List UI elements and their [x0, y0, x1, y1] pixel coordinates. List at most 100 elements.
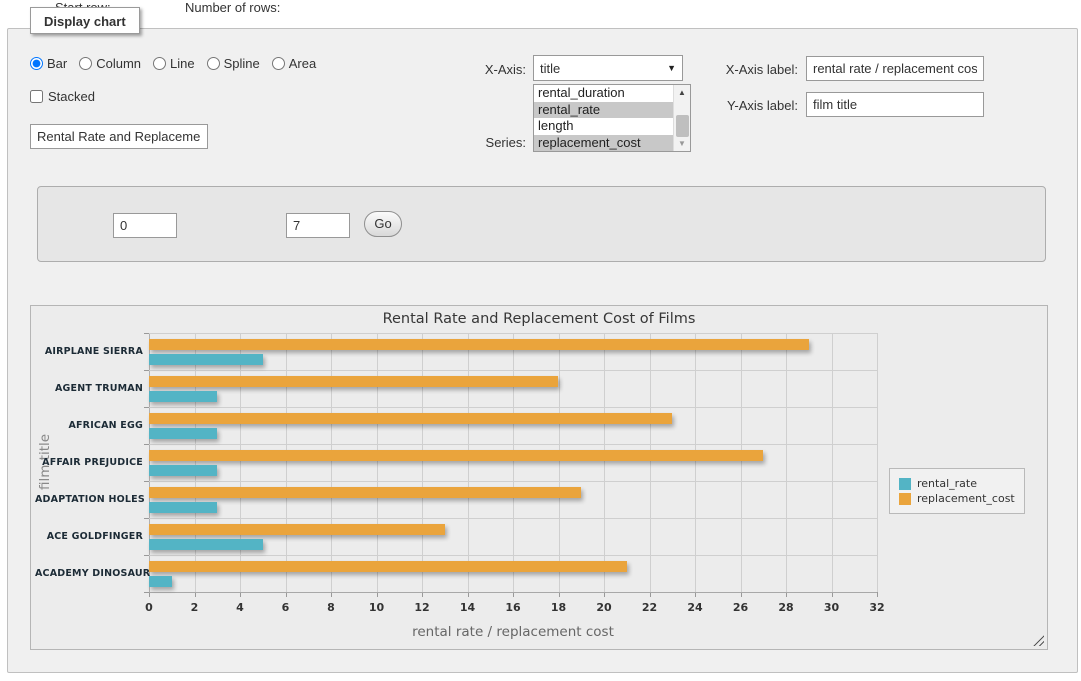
gridline-horizontal [149, 518, 877, 519]
chart-type-radio-spline[interactable] [207, 57, 220, 70]
chart-type-option-line[interactable]: Line [153, 56, 195, 71]
y-axis-tick [144, 555, 149, 556]
chart-type-radio-bar[interactable] [30, 57, 43, 70]
gridline-vertical [877, 333, 878, 592]
gridline-vertical [832, 333, 833, 592]
bar-rental_rate-airplane-sierra[interactable] [149, 354, 263, 365]
stacked-checkbox[interactable] [30, 90, 43, 103]
x-axis-select[interactable]: title ▼ [533, 55, 683, 81]
x-axis-label-input[interactable] [806, 56, 984, 81]
bar-rental_rate-ace-goldfinger[interactable] [149, 539, 263, 550]
x-axis-tick [877, 592, 878, 597]
chart-type-option-spline[interactable]: Spline [207, 56, 260, 71]
bar-replacement_cost-airplane-sierra[interactable] [149, 339, 809, 350]
bar-replacement_cost-ace-goldfinger[interactable] [149, 524, 445, 535]
resize-handle-icon[interactable] [1033, 635, 1044, 646]
fieldset-legend: Display chart [30, 7, 140, 34]
page: Display chart Bar Column Line Spline Area St… [0, 0, 1081, 681]
series-listbox-scrollbar[interactable]: ▲ ▼ [673, 85, 690, 151]
legend-item-replacement_cost[interactable]: replacement_cost [899, 492, 1015, 505]
legend-label: replacement_cost [917, 492, 1015, 505]
y-axis-label-input[interactable] [806, 92, 984, 117]
gridline-vertical [695, 333, 696, 592]
category-label: ACADEMY DINOSAUR [35, 568, 143, 579]
chart-type-option-column[interactable]: Column [79, 56, 141, 71]
y-axis-tick [144, 481, 149, 482]
bar-rental_rate-african-egg[interactable] [149, 428, 217, 439]
series-option-rental_rate[interactable]: rental_rate [534, 102, 673, 119]
x-tick-label: 26 [728, 601, 754, 614]
bar-replacement_cost-agent-truman[interactable] [149, 376, 558, 387]
gridline-vertical [604, 333, 605, 592]
chart-type-option-area[interactable]: Area [272, 56, 316, 71]
y-axis-tick [144, 592, 149, 593]
x-axis-selected-value: title [540, 61, 560, 76]
scroll-up-icon[interactable]: ▲ [674, 85, 691, 100]
category-label: ADAPTATION HOLES [35, 494, 143, 505]
y-axis-tick [144, 370, 149, 371]
category-label: AIRPLANE SIERRA [35, 346, 143, 357]
gridline-horizontal [149, 444, 877, 445]
series-option-length[interactable]: length [534, 118, 673, 135]
x-tick-label: 28 [773, 601, 799, 614]
chart-type-option-label: Area [289, 56, 316, 71]
bar-replacement_cost-adaptation-holes[interactable] [149, 487, 581, 498]
stacked-option[interactable]: Stacked [30, 89, 95, 104]
x-tick-label: 0 [136, 601, 162, 614]
x-tick-label: 22 [637, 601, 663, 614]
x-tick-label: 18 [546, 601, 572, 614]
gridline-vertical [513, 333, 514, 592]
gridline-vertical [650, 333, 651, 592]
row-controls-box [37, 186, 1046, 262]
chart-type-radio-line[interactable] [153, 57, 166, 70]
gridline-vertical [786, 333, 787, 592]
stacked-label: Stacked [48, 89, 95, 104]
gridline-vertical [286, 333, 287, 592]
gridline-vertical [195, 333, 196, 592]
bar-rental_rate-affair-prejudice[interactable] [149, 465, 217, 476]
bar-rental_rate-agent-truman[interactable] [149, 391, 217, 402]
y-axis-tick [144, 444, 149, 445]
gridline-horizontal [149, 592, 877, 593]
bar-rental_rate-academy-dinosaur[interactable] [149, 576, 172, 587]
bar-rental_rate-adaptation-holes[interactable] [149, 502, 217, 513]
chart-type-option-label: Bar [47, 56, 67, 71]
x-tick-label: 32 [864, 601, 890, 614]
gridline-horizontal [149, 407, 877, 408]
number-of-rows-input[interactable] [286, 213, 350, 238]
scroll-down-icon[interactable]: ▼ [674, 136, 691, 151]
gridline-vertical [468, 333, 469, 592]
chart-type-option-label: Line [170, 56, 195, 71]
chart-title: Rental Rate and Replacement Cost of Film… [31, 311, 1047, 327]
x-tick-label: 16 [500, 601, 526, 614]
category-label: AGENT TRUMAN [35, 383, 143, 394]
go-button[interactable]: Go [364, 211, 402, 237]
bar-replacement_cost-academy-dinosaur[interactable] [149, 561, 627, 572]
gridline-vertical [331, 333, 332, 592]
chart-type-option-bar[interactable]: Bar [30, 56, 67, 71]
series-listbox[interactable]: rental_durationrental_ratelengthreplacem… [533, 84, 691, 152]
series-option-rental_duration[interactable]: rental_duration [534, 85, 673, 102]
series-option-replacement_cost[interactable]: replacement_cost [534, 135, 673, 152]
chart-type-radio-area[interactable] [272, 57, 285, 70]
gridline-vertical [422, 333, 423, 592]
gridline-horizontal [149, 370, 877, 371]
chart-title-input[interactable] [30, 124, 208, 149]
gridline-horizontal [149, 333, 877, 334]
x-axis-title: rental rate / replacement cost [263, 624, 763, 640]
chart-container: Rental Rate and Replacement Cost of Film… [30, 305, 1048, 650]
legend-label: rental_rate [917, 477, 977, 490]
bar-replacement_cost-african-egg[interactable] [149, 413, 672, 424]
scrollbar-thumb[interactable] [676, 115, 689, 137]
gridline-vertical [741, 333, 742, 592]
bar-replacement_cost-affair-prejudice[interactable] [149, 450, 763, 461]
start-row-input[interactable] [113, 213, 177, 238]
y-axis-tick [144, 407, 149, 408]
gridline-vertical [559, 333, 560, 592]
legend-item-rental_rate[interactable]: rental_rate [899, 477, 1015, 490]
legend-swatch-icon [899, 493, 911, 505]
category-label: AFRICAN EGG [35, 420, 143, 431]
gridline-vertical [240, 333, 241, 592]
x-tick-label: 2 [182, 601, 208, 614]
chart-type-radio-column[interactable] [79, 57, 92, 70]
